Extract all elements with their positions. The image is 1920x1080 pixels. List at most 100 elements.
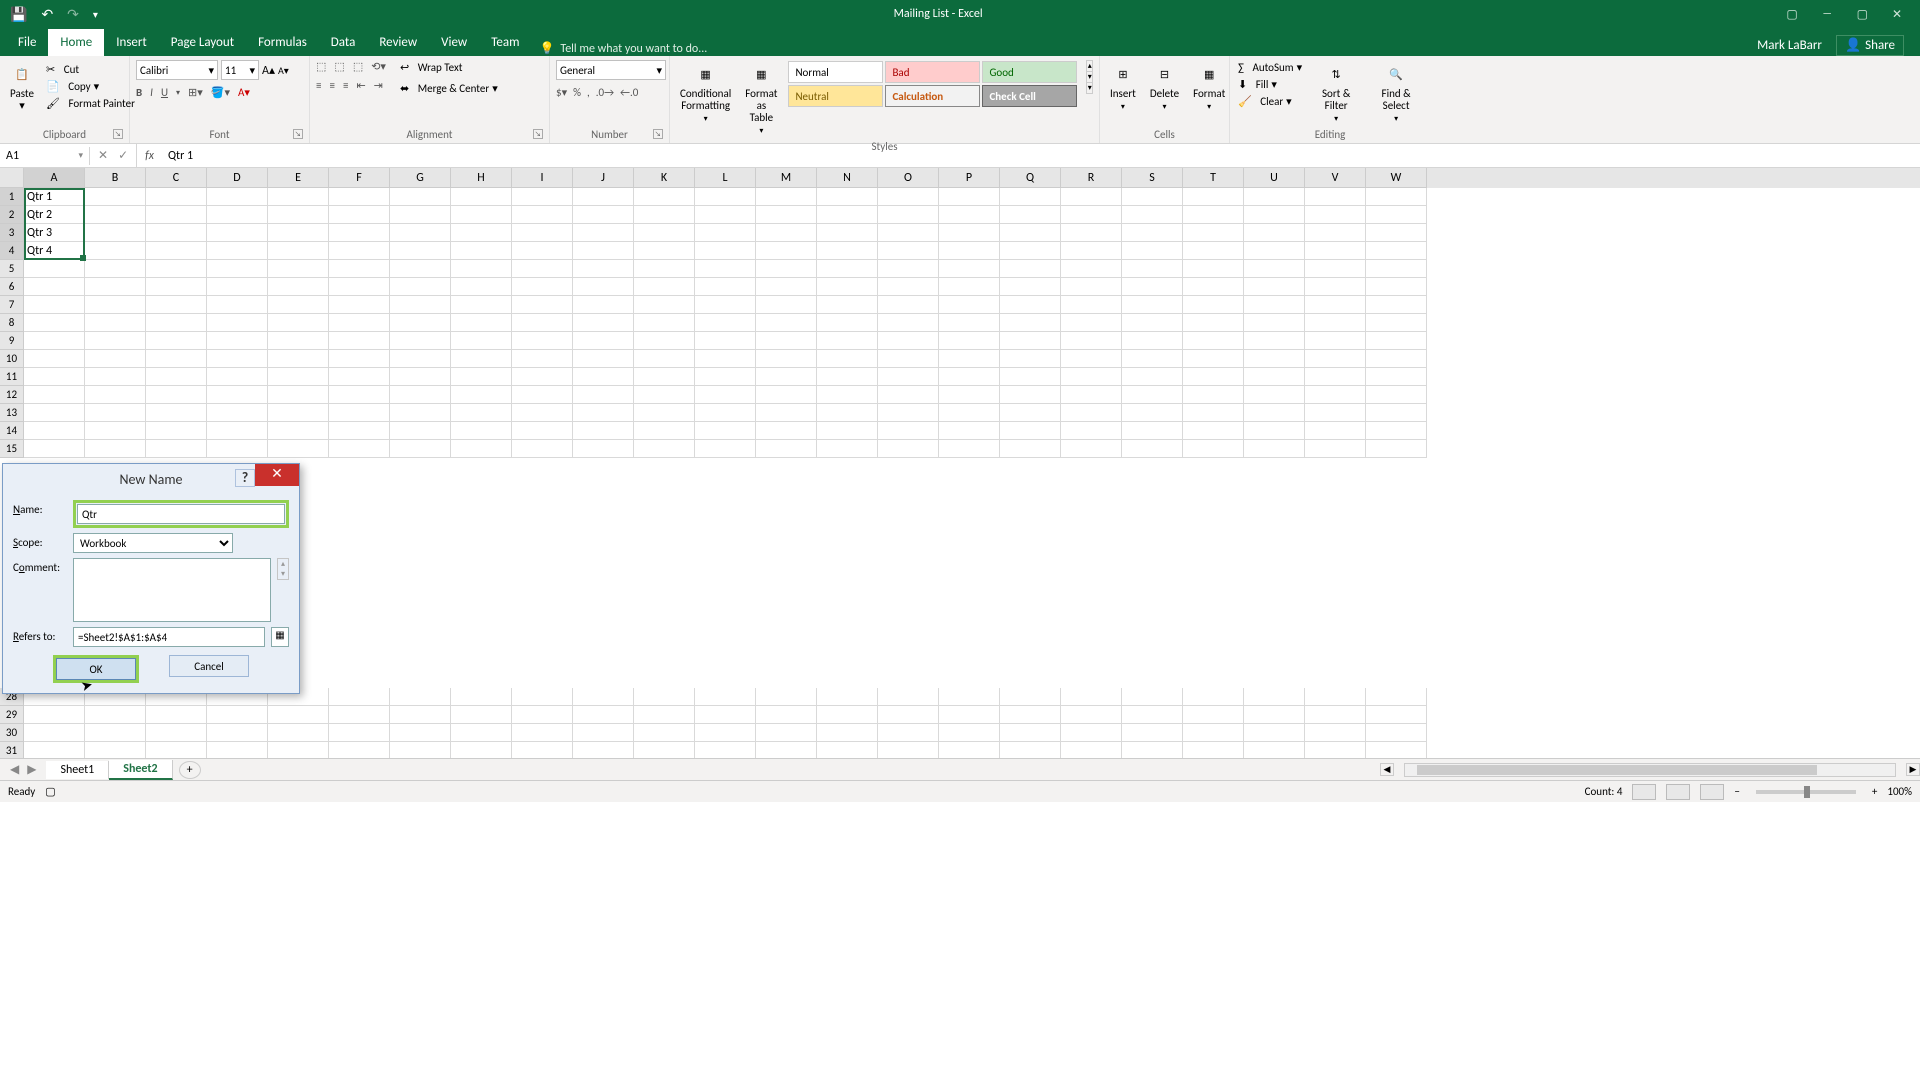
add-sheet-button[interactable]: + [179,761,201,779]
cell[interactable] [1244,440,1305,458]
cell[interactable] [85,332,146,350]
cell[interactable] [329,706,390,724]
hscroll-right-icon[interactable]: ▶ [1906,763,1920,776]
delete-cells-button[interactable]: ⊟Delete▾ [1146,60,1183,114]
cell[interactable] [817,440,878,458]
tab-formulas[interactable]: Formulas [246,29,319,56]
macro-record-icon[interactable]: ▢ [45,785,55,798]
cell[interactable] [1244,350,1305,368]
cell[interactable] [1122,350,1183,368]
column-header[interactable]: H [451,168,512,188]
cell[interactable] [329,440,390,458]
cell[interactable] [1061,440,1122,458]
cell[interactable] [634,368,695,386]
cell[interactable] [695,278,756,296]
cell[interactable] [329,278,390,296]
cell[interactable] [573,440,634,458]
cell[interactable] [268,314,329,332]
cell[interactable] [1183,224,1244,242]
cell[interactable] [1000,206,1061,224]
cell[interactable] [451,368,512,386]
cell[interactable] [573,260,634,278]
cell[interactable] [1305,724,1366,742]
cell[interactable] [1122,440,1183,458]
cell[interactable] [390,440,451,458]
cell[interactable] [634,278,695,296]
cell[interactable] [573,188,634,206]
cell[interactable] [329,260,390,278]
cell[interactable] [817,404,878,422]
cell[interactable] [939,260,1000,278]
cell[interactable] [634,404,695,422]
cell[interactable] [146,724,207,742]
cell[interactable] [207,242,268,260]
cell[interactable] [146,332,207,350]
insert-cells-button[interactable]: ⊞Insert▾ [1106,60,1140,114]
cell[interactable] [1183,296,1244,314]
cell[interactable] [146,242,207,260]
column-header[interactable]: M [756,168,817,188]
cell[interactable] [146,742,207,758]
row-header[interactable]: 15 [0,440,24,458]
underline-button[interactable]: U [161,86,168,99]
cell[interactable] [1244,724,1305,742]
cell[interactable] [634,188,695,206]
cell[interactable] [329,742,390,758]
cell[interactable] [24,278,85,296]
cell[interactable] [817,386,878,404]
cell[interactable] [85,350,146,368]
cell[interactable] [207,706,268,724]
cell[interactable] [390,404,451,422]
cell[interactable] [1305,742,1366,758]
maximize-icon[interactable]: ▢ [1857,7,1868,22]
cell[interactable] [878,742,939,758]
cell[interactable] [878,224,939,242]
cell[interactable] [939,224,1000,242]
increase-decimal-button[interactable]: .0→ [596,86,614,99]
copy-button[interactable]: 📄 Copy ▾ [44,79,137,94]
cell[interactable] [1000,742,1061,758]
styles-scroll-down-icon[interactable]: ▾ [1087,72,1092,83]
row-header[interactable]: 6 [0,278,24,296]
cell[interactable] [390,188,451,206]
cell[interactable] [146,260,207,278]
cell[interactable] [390,350,451,368]
cell[interactable] [1244,296,1305,314]
cell[interactable] [1366,242,1427,260]
help-button[interactable]: ? [235,469,255,487]
cell[interactable] [1122,742,1183,758]
cell[interactable] [1183,688,1244,706]
align-center-icon[interactable]: ≡ [329,79,334,92]
cell[interactable] [573,332,634,350]
cell[interactable] [390,260,451,278]
cell[interactable] [268,332,329,350]
cell[interactable] [24,368,85,386]
cancel-formula-icon[interactable]: ✕ [98,148,108,163]
cell[interactable] [24,386,85,404]
cell[interactable] [756,314,817,332]
column-header[interactable]: R [1061,168,1122,188]
cell[interactable] [1122,242,1183,260]
cell[interactable]: Qtr 3 [24,224,85,242]
cell[interactable] [390,386,451,404]
cell[interactable] [390,278,451,296]
cell[interactable] [1122,278,1183,296]
cell[interactable] [756,706,817,724]
cell[interactable] [878,440,939,458]
column-header[interactable]: O [878,168,939,188]
row-header[interactable]: 4 [0,242,24,260]
bold-button[interactable]: B [136,86,142,99]
cell[interactable] [24,314,85,332]
cell[interactable] [1122,314,1183,332]
cell[interactable] [1061,278,1122,296]
cell[interactable] [1000,688,1061,706]
cell[interactable] [329,314,390,332]
cell[interactable] [451,422,512,440]
decrease-decimal-button[interactable]: ←.0 [620,86,638,99]
merge-center-button[interactable]: ⬌ Merge & Center ▾ [398,81,500,96]
cell[interactable] [573,742,634,758]
style-calculation[interactable]: Calculation [885,85,980,107]
cell[interactable] [939,688,1000,706]
cell[interactable] [939,242,1000,260]
cell[interactable] [817,278,878,296]
